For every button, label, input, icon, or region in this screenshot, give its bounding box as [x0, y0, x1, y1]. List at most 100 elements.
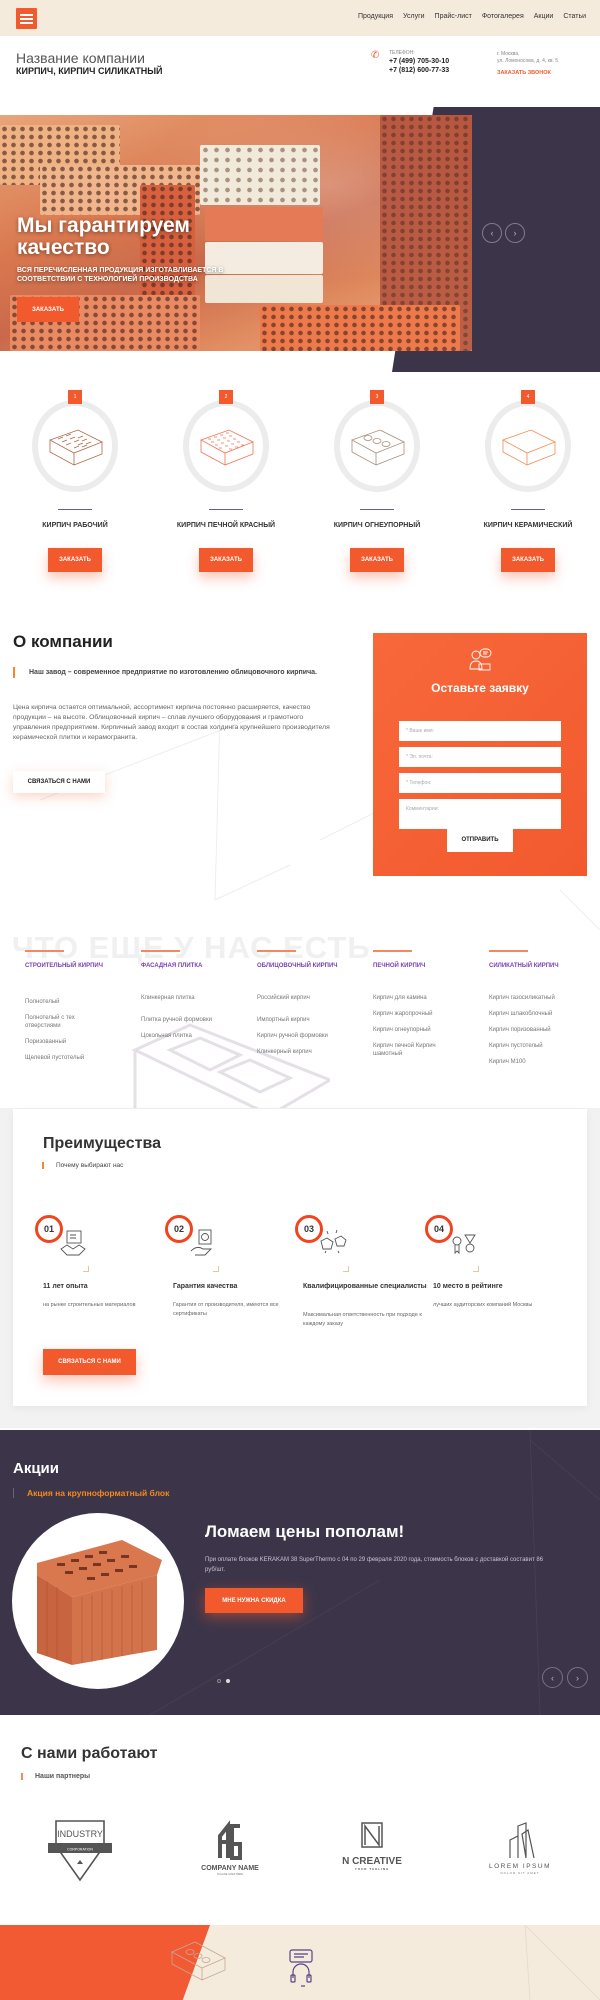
product-order-button[interactable]: ЗАКАЗАТЬ	[501, 548, 555, 572]
nav-item-gallery[interactable]: Фотогалерея	[482, 13, 524, 20]
catalog-item[interactable]: Кирпич огнеупорный	[373, 1026, 453, 1034]
main-nav: Продукция Услуги Прайс-лист Фотогалерея …	[358, 13, 586, 20]
nav-item-articles[interactable]: Статьи	[563, 13, 586, 20]
catalog-column-title[interactable]: СТРОИТЕЛЬНЫЙ КИРПИЧ	[25, 962, 112, 986]
catalog-item[interactable]: Кирпич пустотелый	[489, 1042, 569, 1050]
buildings-logo-icon: LOREM IPSUM DOLOR SIT AMET	[489, 1822, 551, 1875]
ag-logo-icon: COMPANY NAME TAGLINE GOES HERE	[201, 1820, 259, 1876]
partner-logo-lorem-ipsum[interactable]: LOREM IPSUM DOLOR SIT AMET	[480, 1820, 560, 1882]
top-nav-bar: Продукция Услуги Прайс-лист Фотогалерея …	[0, 0, 600, 36]
advantages-contact-button[interactable]: СВЯЗАТЬСЯ С НАМИ	[43, 1349, 136, 1375]
catalog-item[interactable]: Поризованный	[25, 1038, 105, 1046]
phone-number-1[interactable]: +7 (499) 705-30-10	[389, 58, 449, 65]
about-title: О компании	[13, 632, 113, 651]
large-block-brick-image	[37, 1540, 162, 1665]
promo-product-image	[12, 1513, 184, 1689]
hero-subtitle-line-1: ВСЯ ПЕРЕЧИСЛЕННАЯ ПРОДУКЦИЯ ИЗГОТАВЛИВАЕ…	[17, 267, 224, 274]
support-operator-icon	[469, 648, 492, 671]
order-callback-link[interactable]: ЗАКАЗАТЬ ЗВОНОК	[497, 70, 551, 76]
advantage-description: на рынке строительных материалов	[43, 1302, 136, 1308]
catalog-item[interactable]: Кирпич печной Кирпич шамотный	[373, 1042, 453, 1058]
promo-next-arrow-icon[interactable]: ›	[567, 1667, 588, 1688]
hero-order-button[interactable]: ЗАКАЗАТЬ	[17, 297, 79, 322]
catalog-column-title[interactable]: ОБЛИЦОВОЧНЫЙ КИРПИЧ	[257, 962, 344, 986]
nav-item-services[interactable]: Услуги	[403, 13, 425, 20]
catalog-item[interactable]: Кирпич жаропрочный	[373, 1010, 453, 1018]
hamburger-icon[interactable]	[16, 8, 37, 29]
hero-prev-arrow-icon[interactable]: ‹	[482, 223, 502, 243]
catalog-item[interactable]: Клинкерный кирпич	[257, 1048, 337, 1056]
product-card: 1 КИРПИЧ РАБОЧИЙ ЗАКАЗАТЬ	[15, 388, 135, 572]
catalog-item[interactable]: Щелевой пустотелый	[25, 1054, 105, 1062]
specialists-icon	[320, 1229, 347, 1254]
partner-logo-n-creative[interactable]: N CREATIVE YOUR TAGLINE	[332, 1820, 412, 1882]
footer	[0, 1925, 600, 2000]
product-divider	[209, 509, 243, 510]
catalog-column-accent	[25, 950, 64, 952]
product-order-button[interactable]: ЗАКАЗАТЬ	[350, 548, 404, 572]
catalog-item[interactable]: Цокольная плитка	[141, 1032, 221, 1040]
product-order-button[interactable]: ЗАКАЗАТЬ	[48, 548, 102, 572]
about-text: Цена кирпича остается оптимальной, ассор…	[13, 704, 330, 741]
catalog-column: ОБЛИЦОВОЧНЫЙ КИРПИЧ Российский кирпич Им…	[244, 950, 344, 1056]
nav-item-promotions[interactable]: Акции	[534, 13, 554, 20]
partner-logo-sub: YOUR TAGLINE	[355, 1867, 389, 1871]
slider-dot-1[interactable]	[217, 1679, 221, 1683]
name-input[interactable]: * Ваше имя:	[399, 721, 561, 741]
product-name: КИРПИЧ ПЕЧНОЙ КРАСНЫЙ	[176, 522, 276, 529]
catalog-item[interactable]: Кирпич ручной формовки	[257, 1032, 337, 1040]
advantages-subtitle: Почему выбирают нас	[42, 1162, 123, 1169]
catalog-column-title[interactable]: ФАСАДНАЯ ПЛИТКА	[141, 962, 228, 986]
advantage-description: лучших аудиторских компаний Москвы	[433, 1302, 533, 1308]
catalog-item[interactable]: Плитка ручной формовки	[141, 1016, 221, 1024]
catalog-item[interactable]: Полнотелый	[25, 998, 105, 1006]
nav-item-pricelist[interactable]: Прайс-лист	[435, 13, 472, 20]
address-street: ул. Ломоносова, д. 4, кв. 5	[497, 58, 559, 64]
product-divider	[58, 509, 92, 510]
brick-ceramic-icon	[502, 429, 556, 466]
hero-subtitle-line-2: СООТВЕТСТВИИ С ТЕХНОЛОГИЕЙ ПРОИЗВОДСТВА	[17, 276, 198, 283]
promo-text: При оплате блоков KERAKAM 38 SuperThermo…	[205, 1557, 544, 1573]
catalog-column-accent	[489, 950, 528, 952]
catalog-column: СТРОИТЕЛЬНЫЙ КИРПИЧ Полнотелый Полнотелы…	[12, 950, 112, 1062]
partner-logo-company-name[interactable]: COMPANY NAME TAGLINE GOES HERE	[190, 1820, 270, 1882]
catalog-item[interactable]: Клинкерная плитка	[141, 994, 221, 1002]
slider-dot-2-active[interactable]	[226, 1679, 230, 1683]
product-number-badge: 1	[68, 390, 82, 404]
catalog-item[interactable]: Полнотелый с тех отверстиями	[25, 1014, 105, 1030]
brick-fireproof-icon	[351, 429, 405, 466]
partner-logo-name: N CREATIVE	[342, 1856, 402, 1867]
comment-textarea[interactable]: Комментарии:	[399, 799, 561, 829]
catalog-item[interactable]: Импортный кирпич	[257, 1016, 337, 1024]
promo-prev-arrow-icon[interactable]: ‹	[542, 1667, 563, 1688]
product-divider	[511, 509, 545, 510]
about-contact-button[interactable]: СВЯЗАТЬСЯ С НАМИ	[13, 771, 105, 793]
catalog-item[interactable]: Кирпич М100	[489, 1058, 569, 1066]
company-tagline: КИРПИЧ, КИРПИЧ СИЛИКАТНЫЙ	[16, 66, 163, 76]
company-name: Название компании	[16, 50, 145, 66]
footer-decorative-lines	[524, 1925, 600, 2000]
promo-discount-button[interactable]: МНЕ НУЖНА СКИДКА	[205, 1588, 303, 1613]
product-card: 3 КИРПИЧ ОГНЕУПОРНЫЙ ЗАКАЗАТЬ	[317, 388, 437, 572]
phone-number-2[interactable]: +7 (812) 600-77-33	[389, 67, 449, 74]
product-card: 2 КИРПИЧ ПЕЧНОЙ КРАСНЫЙ ЗАКАЗАТЬ	[166, 388, 286, 572]
catalog-column-title[interactable]: ПЕЧНОЙ КИРПИЧ	[373, 962, 460, 986]
catalog-column-title[interactable]: СИЛИКАТНЫЙ КИРПИЧ	[489, 962, 576, 986]
catalog-item[interactable]: Кирпич газосиликатный	[489, 994, 569, 1002]
product-order-button[interactable]: ЗАКАЗАТЬ	[199, 548, 253, 572]
email-input[interactable]: * Эл. почта:	[399, 747, 561, 767]
partner-logo-name: LOREM IPSUM	[489, 1863, 551, 1870]
phone-input[interactable]: * Телефон:	[399, 773, 561, 793]
catalog-item[interactable]: Российский кирпич	[257, 994, 337, 1002]
catalog-item[interactable]: Кирпич для камина	[373, 994, 453, 1002]
catalog-item[interactable]: Кирпич поризованный	[489, 1026, 569, 1034]
partner-logo-industry[interactable]: INDUSTRY CORPORATION	[40, 1820, 120, 1882]
promo-subtitle: Акция на крупноформатный блок	[13, 1488, 169, 1498]
promo-headline: Ломаем цены пополам!	[205, 1522, 405, 1541]
catalog-item[interactable]: Кирпич шлакоблочный	[489, 1010, 569, 1018]
submit-button[interactable]: ОТПРАВИТЬ	[447, 827, 513, 852]
nav-item-products[interactable]: Продукция	[358, 13, 393, 20]
address-city: г. Москва,	[497, 51, 520, 57]
catalog-column-accent	[141, 950, 180, 952]
hero-next-arrow-icon[interactable]: ›	[505, 223, 525, 243]
